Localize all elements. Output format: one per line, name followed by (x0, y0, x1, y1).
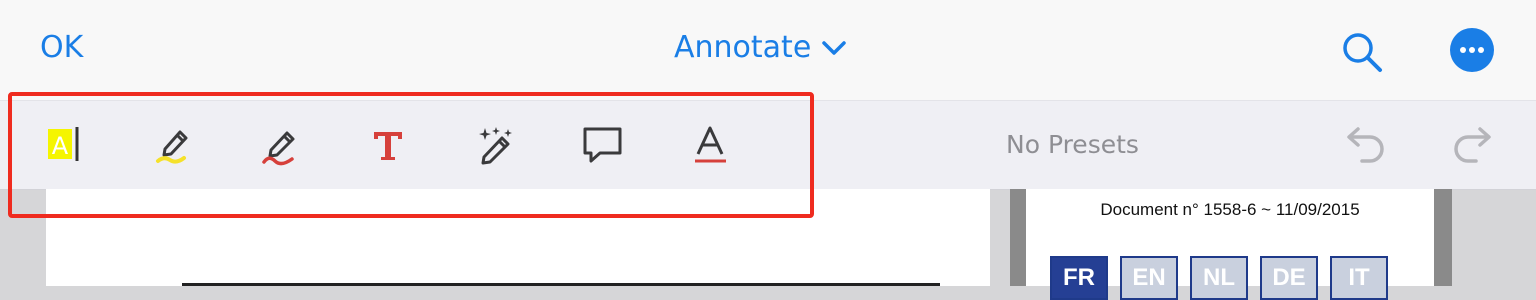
search-icon[interactable] (1340, 30, 1384, 74)
lang-tab-it[interactable]: IT (1330, 256, 1388, 300)
annotation-toolbar: A (0, 100, 1536, 190)
magic-pen-icon[interactable] (474, 123, 518, 167)
ellipsis-icon (1460, 47, 1484, 53)
svg-text:A: A (52, 132, 69, 160)
redo-icon[interactable] (1448, 124, 1498, 168)
speech-bubble-icon[interactable] (580, 123, 624, 167)
document-page-right: Document n° 1558-6 ~ 11/09/2015 FR EN NL… (1026, 189, 1434, 300)
lang-tab-de[interactable]: DE (1260, 256, 1318, 300)
chevron-down-icon (822, 40, 847, 55)
presets-label[interactable]: No Presets (1006, 130, 1139, 159)
navigation-bar: OK Annotate (0, 0, 1536, 100)
lang-tab-fr[interactable]: FR (1050, 256, 1108, 300)
highlighter-pen-icon[interactable] (152, 123, 196, 167)
pen-icon[interactable] (258, 123, 302, 167)
language-selector: FR EN NL DE IT (1050, 256, 1388, 300)
mode-label: Annotate (674, 30, 812, 65)
ok-button[interactable]: OK (40, 30, 83, 65)
annotate-mode-dropdown[interactable]: Annotate (674, 30, 847, 65)
lang-tab-en[interactable]: EN (1120, 256, 1178, 300)
more-options-button[interactable] (1450, 28, 1494, 72)
document-page-left (46, 189, 990, 286)
lang-tab-nl[interactable]: NL (1190, 256, 1248, 300)
text-T-icon[interactable] (366, 123, 410, 167)
undo-icon[interactable] (1340, 124, 1390, 168)
highlight-text-icon[interactable]: A (44, 123, 88, 167)
document-number: Document n° 1558-6 ~ 11/09/2015 (1100, 200, 1360, 219)
text-color-A-icon[interactable] (688, 123, 732, 167)
